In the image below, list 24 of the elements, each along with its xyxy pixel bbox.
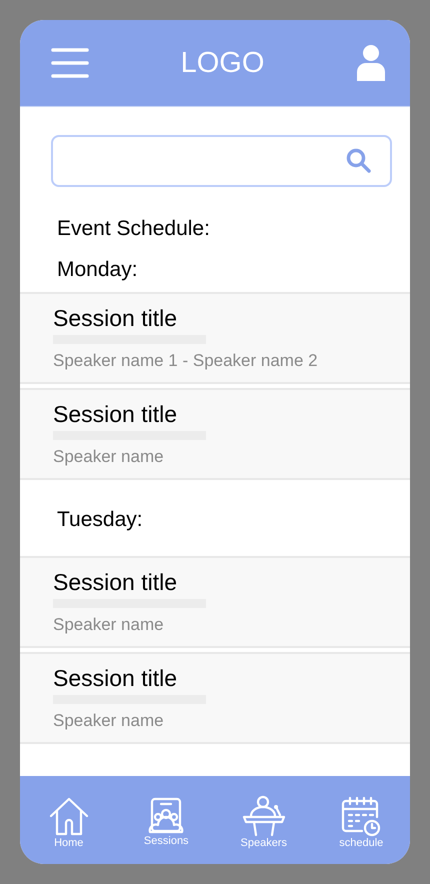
speaker-names: Speaker name [53, 710, 165, 732]
speaker-podium-icon [242, 795, 286, 837]
session-title: Session title [53, 568, 178, 596]
search-icon[interactable] [346, 148, 372, 174]
day-heading: Tuesday: [57, 508, 143, 532]
session-title: Session title [53, 304, 178, 332]
session-item[interactable]: Session title Speaker name [20, 652, 410, 744]
session-title: Session title [53, 664, 178, 692]
speaker-names: Speaker name [53, 614, 165, 636]
search-field[interactable] [51, 135, 392, 187]
day-heading: Monday: [57, 258, 138, 282]
speaker-names: Speaker name [53, 446, 165, 468]
home-icon [48, 795, 90, 837]
calendar-clock-icon [340, 795, 382, 837]
session-item[interactable]: Session title Speaker name [20, 556, 410, 648]
logo: LOGO [180, 46, 264, 80]
session-item[interactable]: Session title Speaker name 1 - Speaker name 2 [20, 292, 410, 384]
menu-icon[interactable] [51, 46, 89, 80]
schedule-heading: Event Schedule: [57, 217, 211, 242]
group-icon [148, 797, 184, 835]
session-title: Session title [53, 400, 178, 428]
session-item[interactable]: Session title Speaker name [20, 388, 410, 480]
speaker-names: Speaker name 1 - Speaker name 2 [53, 350, 319, 372]
user-icon[interactable] [356, 45, 386, 81]
